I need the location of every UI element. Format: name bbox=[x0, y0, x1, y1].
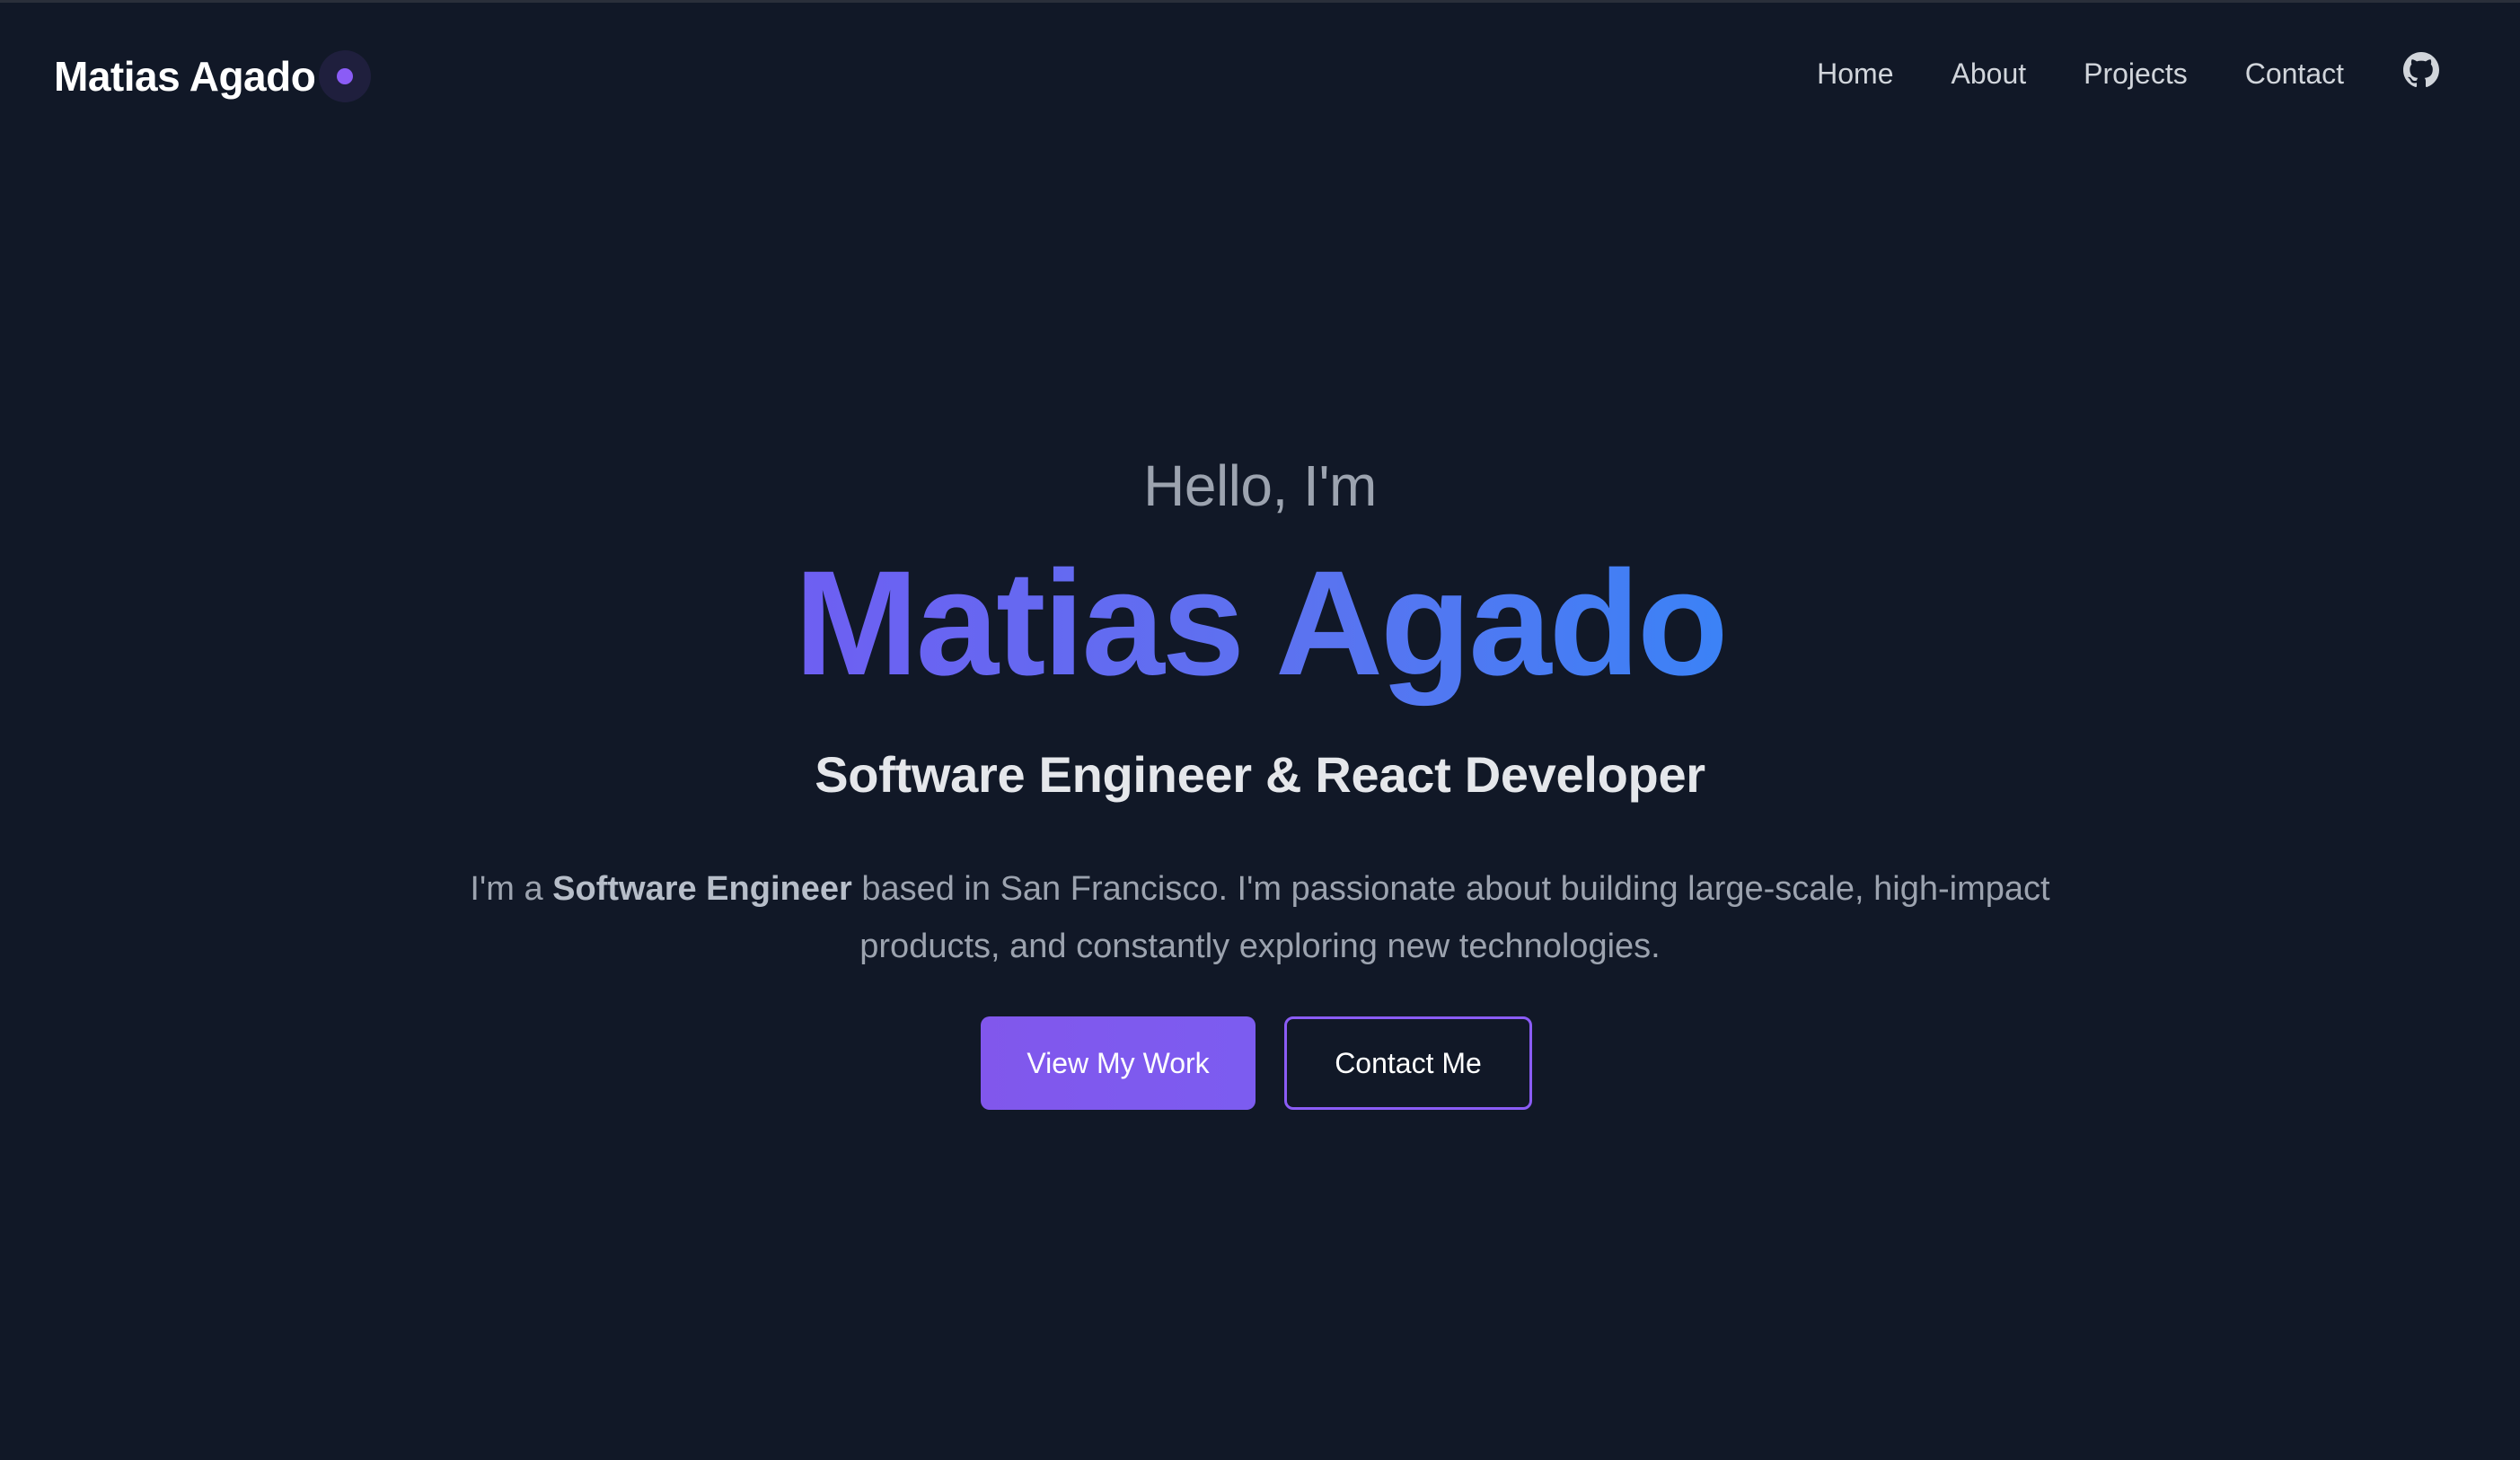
nav-link-contact[interactable]: Contact bbox=[2245, 57, 2344, 91]
bio-highlight: Software Engineer bbox=[552, 870, 852, 908]
contact-me-button[interactable]: Contact Me bbox=[1284, 1016, 1532, 1110]
nav-link-home[interactable]: Home bbox=[1817, 57, 1893, 91]
hero-name-text: Matias Agado bbox=[794, 541, 1728, 707]
hero-bio: I'm a Software Engineer based in San Fra… bbox=[452, 860, 2068, 975]
nav-link-about[interactable]: About bbox=[1952, 57, 2027, 91]
main-nav: Home About Projects Contact bbox=[1759, 52, 2439, 92]
view-my-work-button[interactable]: View My Work bbox=[981, 1016, 1256, 1110]
brand-dot-icon bbox=[337, 68, 354, 84]
brand-name[interactable]: Matias Agado bbox=[54, 52, 316, 101]
hero-role: Software Engineer & React Developer bbox=[815, 746, 1705, 803]
site-header: Matias Agado Home About Projects Contact bbox=[0, 0, 2520, 154]
bio-suffix: based in San Francisco. I'm passionate a… bbox=[851, 870, 2050, 965]
hero-greeting: Hello, I'm bbox=[1143, 453, 1377, 518]
github-icon[interactable] bbox=[2403, 52, 2439, 88]
hero-name: Matias Agado bbox=[0, 539, 2520, 709]
hero-buttons: View My Work Contact Me bbox=[0, 1016, 2520, 1110]
nav-link-projects[interactable]: Projects bbox=[2084, 57, 2188, 91]
bio-prefix: I'm a bbox=[470, 870, 553, 908]
brand-logo[interactable]: Matias Agado bbox=[54, 50, 372, 102]
brand-dot-badge bbox=[319, 50, 372, 102]
